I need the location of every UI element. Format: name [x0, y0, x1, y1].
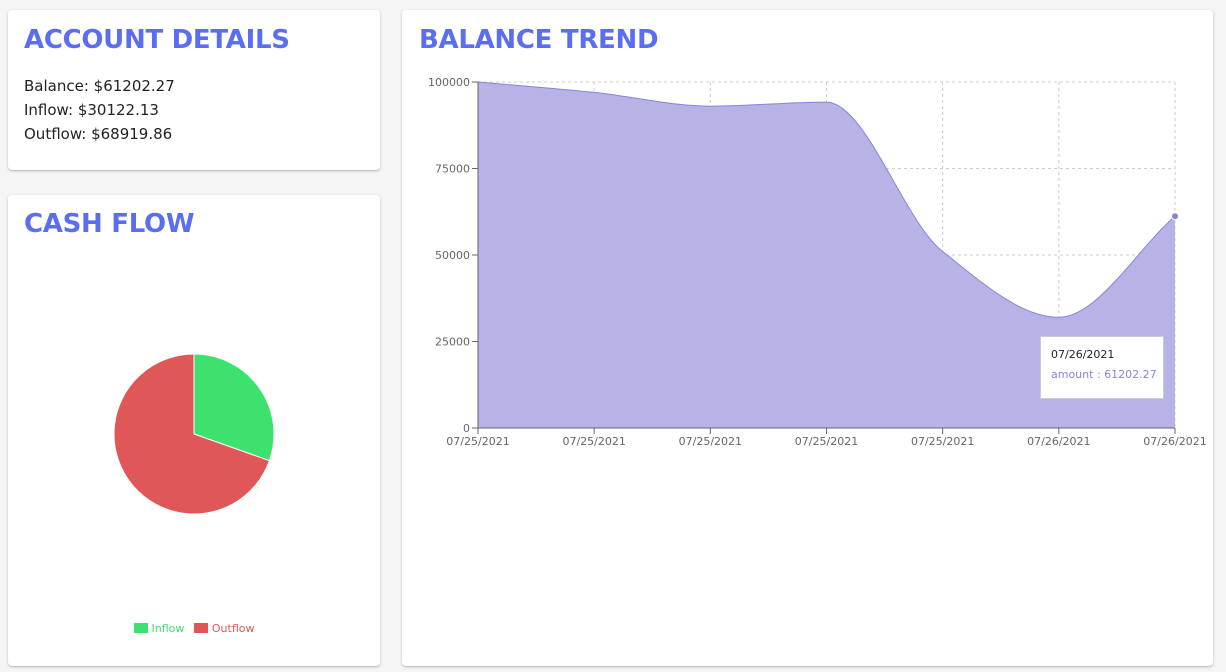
outflow-text: Outflow: $68919.86 [24, 125, 173, 143]
inflow-text: Inflow: $30122.13 [24, 101, 159, 119]
cash-flow-pie-chart [113, 353, 275, 515]
tooltip-amount: 61202.27 [1104, 368, 1157, 381]
x-tick-label: 07/25/2021 [446, 435, 509, 448]
tooltip-series-label: amount [1051, 368, 1094, 381]
y-tick-label: 0 [463, 422, 470, 435]
y-tick-label: 75000 [435, 163, 470, 176]
y-tick-label: 100000 [428, 76, 470, 89]
inflow-swatch [133, 623, 148, 633]
x-tick-label: 07/25/2021 [795, 435, 858, 448]
x-tick-label: 07/26/2021 [1027, 435, 1090, 448]
x-tick-label: 07/25/2021 [911, 435, 974, 448]
active-data-point[interactable] [1171, 212, 1179, 221]
y-tick-label: 25000 [435, 336, 470, 349]
y-tick-label: 50000 [435, 249, 470, 262]
balance-text: Balance: $61202.27 [24, 77, 175, 95]
x-tick-label: 07/25/2021 [679, 435, 742, 448]
legend-item-outflow[interactable]: Outflow [193, 622, 255, 635]
cash-flow-legend: Inflow Outflow [8, 622, 380, 635]
x-tick-label: 07/26/2021 [1143, 435, 1206, 448]
legend-label-inflow: Inflow [151, 622, 185, 635]
legend-label-outflow: Outflow [211, 622, 255, 635]
account-details-title: ACCOUNT DETAILS [24, 25, 290, 55]
balance-trend-card: BALANCE TREND 0 25000 50000 75000 100000 07/2… [402, 10, 1213, 666]
tooltip-date: 07/26/2021 [1051, 348, 1115, 361]
account-details-card: ACCOUNT DETAILS Balance: $61202.27 Inflo… [8, 10, 380, 170]
outflow-swatch [193, 623, 208, 633]
chart-tooltip: 07/26/2021 amount : 61202.27 [1040, 336, 1164, 399]
legend-item-inflow[interactable]: Inflow [133, 622, 185, 635]
x-tick-label: 07/25/2021 [562, 435, 625, 448]
tooltip-value: amount : 61202.27 [1051, 368, 1157, 381]
cash-flow-card: CASH FLOW Inflow Outflow [8, 195, 380, 666]
